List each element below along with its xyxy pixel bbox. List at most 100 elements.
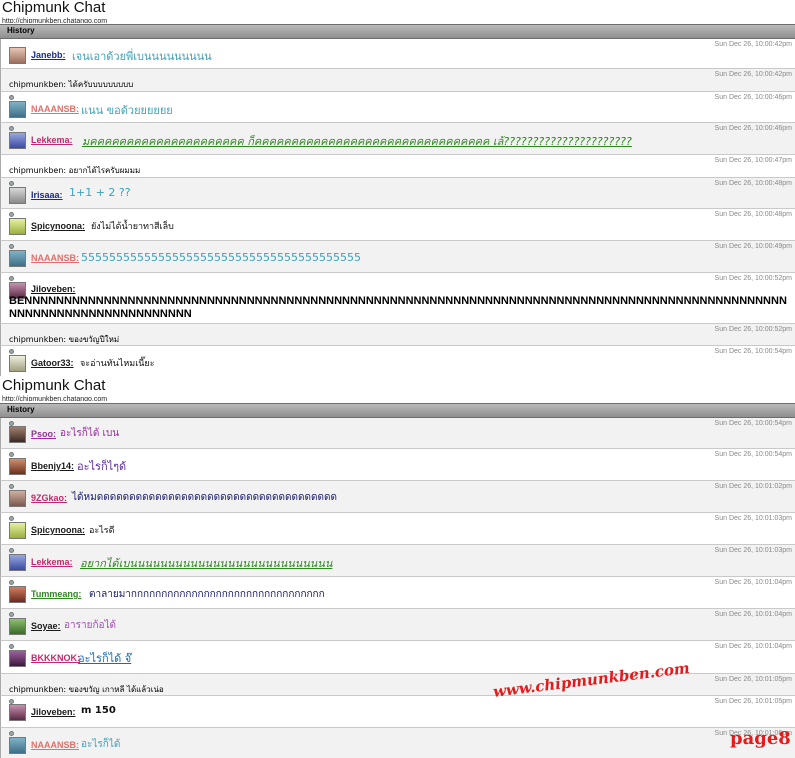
status-dot xyxy=(9,276,14,281)
message-list[interactable]: Sun Dec 26, 10:00:54pm Psoo: อะไรก็ได้ เ… xyxy=(0,418,795,758)
message-timestamp: Sun Dec 26, 10:00:49pm xyxy=(714,243,792,250)
history-label: History xyxy=(7,26,35,35)
status-dot xyxy=(9,349,14,354)
message-text: อะไรก็ได้ จ๊ xyxy=(78,652,132,665)
user-avatar[interactable] xyxy=(9,704,26,721)
user-avatar[interactable] xyxy=(9,490,26,507)
message-timestamp: Sun Dec 26, 10:00:47pm xyxy=(714,157,792,164)
app-title: Chipmunk Chat xyxy=(2,378,106,394)
chat-message: Sun Dec 26, 10:01:06pm NAAANSB: อะไรก็ได… xyxy=(0,728,795,758)
user-avatar[interactable] xyxy=(9,250,26,267)
username-link[interactable]: Janebb: xyxy=(31,50,66,60)
status-dot xyxy=(9,548,14,553)
message-text: 5555555555555555555555555555555555555555 xyxy=(81,251,361,264)
message-text: จะอ่านทันไหมเนี๊ยะ xyxy=(80,359,155,369)
chat-message: Sun Dec 26, 10:00:54pm Psoo: อะไรก็ได้ เ… xyxy=(0,418,795,449)
message-text: m 150 xyxy=(81,705,116,716)
message-text: ตาลายมากกกกกกกกกกกกกกกกกกกกกกกกกกกกกกกก xyxy=(89,589,325,600)
username-link[interactable]: BKKKNOK: xyxy=(31,653,80,663)
message-text: มคคคคคคคคคคคคคคคคคคคคค ก็คคคคคคคคคคคคคคค… xyxy=(82,135,632,148)
message-timestamp: Sun Dec 26, 10:00:54pm xyxy=(714,420,792,427)
username-link[interactable]: Spicynoona: xyxy=(31,525,85,535)
message-list[interactable]: Sun Dec 26, 10:00:42pm Janebb: เจนเอาด้ว… xyxy=(0,39,795,376)
history-label: History xyxy=(7,405,35,414)
message-text: chipmunkben: ได้ครับบบบบบบบบ xyxy=(9,80,134,89)
user-avatar[interactable] xyxy=(9,187,26,204)
message-timestamp: Sun Dec 26, 10:00:42pm xyxy=(714,41,792,48)
history-header: History xyxy=(0,403,795,418)
username-link[interactable]: Irisaaa: xyxy=(31,190,63,200)
status-dot xyxy=(9,731,14,736)
chat-message: Sun Dec 26, 10:01:05pm Jiloveben: m 150 xyxy=(0,696,795,728)
status-dot xyxy=(9,516,14,521)
user-avatar[interactable] xyxy=(9,47,26,64)
username-link[interactable]: Lekkema: xyxy=(31,557,73,567)
chat-message: Sun Dec 26, 10:01:03pm Lekkema: อยากได้เ… xyxy=(0,545,795,577)
user-avatar[interactable] xyxy=(9,586,26,603)
user-avatar[interactable] xyxy=(9,101,26,118)
message-timestamp: Sun Dec 26, 10:01:02pm xyxy=(714,483,792,490)
user-avatar[interactable] xyxy=(9,522,26,539)
status-dot xyxy=(9,580,14,585)
user-avatar[interactable] xyxy=(9,737,26,754)
status-dot xyxy=(9,95,14,100)
chat-message: Sun Dec 26, 10:01:02pm 9ZGkao: ได้หมดดดด… xyxy=(0,481,795,513)
chat-message: Sun Dec 26, 10:00:42pm Janebb: เจนเอาด้ว… xyxy=(0,39,795,69)
username-link[interactable]: Soyae: xyxy=(31,621,61,631)
chat-message: Sun Dec 26, 10:00:49pm NAAANSB: 55555555… xyxy=(0,241,795,273)
username-link[interactable]: NAAANSB: xyxy=(31,253,79,263)
message-timestamp: Sun Dec 26, 10:01:03pm xyxy=(714,515,792,522)
status-dot xyxy=(9,484,14,489)
username-link[interactable]: Jiloveben: xyxy=(31,707,76,717)
app-url[interactable]: http://chipmunkben.chatango.com xyxy=(2,395,107,401)
message-timestamp: Sun Dec 26, 10:00:52pm xyxy=(714,275,792,282)
message-timestamp: Sun Dec 26, 10:00:46pm xyxy=(714,125,792,132)
status-dot xyxy=(9,612,14,617)
chat-message: Sun Dec 26, 10:00:54pm Bbenjy14: อะไรก็ไ… xyxy=(0,449,795,481)
message-timestamp: Sun Dec 26, 10:00:48pm xyxy=(714,180,792,187)
message-timestamp: Sun Dec 26, 10:00:48pm xyxy=(714,211,792,218)
user-avatar[interactable] xyxy=(9,458,26,475)
user-avatar[interactable] xyxy=(9,426,26,443)
message-text: เจนเอาด้วยพี่เบนนนนนนนนน xyxy=(72,50,212,63)
user-avatar[interactable] xyxy=(9,355,26,372)
username-link[interactable]: 9ZGkao: xyxy=(31,493,67,503)
username-link[interactable]: Psoo: xyxy=(31,429,56,439)
chat-message: Sun Dec 26, 10:00:46pm NAAANSB: แนน ขอด้… xyxy=(0,92,795,123)
username-link[interactable]: NAAANSB: xyxy=(31,740,79,750)
username-link[interactable]: Lekkema: xyxy=(31,135,73,145)
message-text: อะไรดี xyxy=(89,526,115,536)
chat-message: Sun Dec 26, 10:01:04pm Tummeang: ตาลายมา… xyxy=(0,577,795,609)
message-text: 1+1 + 2 ?? xyxy=(69,186,131,199)
username-link[interactable]: NAAANSB: xyxy=(31,104,79,114)
history-header: History xyxy=(0,24,795,39)
chat-message: Sun Dec 26, 10:00:52pm Jiloveben: BENNNN… xyxy=(0,273,795,324)
username-link[interactable]: Spicynoona: xyxy=(31,221,85,231)
user-avatar[interactable] xyxy=(9,218,26,235)
message-timestamp: Sun Dec 26, 10:00:54pm xyxy=(714,348,792,355)
message-timestamp: Sun Dec 26, 10:00:52pm xyxy=(714,326,792,333)
user-avatar[interactable] xyxy=(9,132,26,149)
status-dot xyxy=(9,644,14,649)
chat-message: Sun Dec 26, 10:00:54pm Gatoor33: จะอ่านท… xyxy=(0,346,795,376)
message-text: อยากได้เบนนนนนนนนนนนนนนนนนนนนนนนนนนน xyxy=(80,557,333,570)
message-text: ได้หมดดดดดดดดดดดดดดดดดดดดดดดดดดดดดดดดดดด… xyxy=(72,492,337,503)
message-timestamp: Sun Dec 26, 10:01:05pm xyxy=(714,676,792,683)
status-dot xyxy=(9,181,14,186)
message-timestamp: Sun Dec 26, 10:01:03pm xyxy=(714,547,792,554)
message-timestamp: Sun Dec 26, 10:00:46pm xyxy=(714,94,792,101)
status-dot xyxy=(9,126,14,131)
message-text: BENNNNNNNNNNNNNNNNNNNNNNNNNNNNNNNNNNNNNN… xyxy=(9,295,787,320)
chat-message: Sun Dec 26, 10:00:52pm chipmunkben: ของข… xyxy=(0,324,795,346)
username-link[interactable]: Jiloveben: xyxy=(31,284,76,294)
message-text: แนน ขอด้วยยยยยย xyxy=(81,104,173,117)
user-avatar[interactable] xyxy=(9,554,26,571)
message-text: ยังไม่ได้น้ำยาทาสีเล็บ xyxy=(91,222,174,232)
app-url[interactable]: http://chipmunkben.chatango.com xyxy=(2,17,107,23)
username-link[interactable]: Bbenjy14: xyxy=(31,461,74,471)
user-avatar[interactable] xyxy=(9,650,26,667)
username-link[interactable]: Tummeang: xyxy=(31,589,81,599)
message-text: อะไรก็ได้ xyxy=(81,739,121,750)
user-avatar[interactable] xyxy=(9,618,26,635)
username-link[interactable]: Gatoor33: xyxy=(31,358,74,368)
